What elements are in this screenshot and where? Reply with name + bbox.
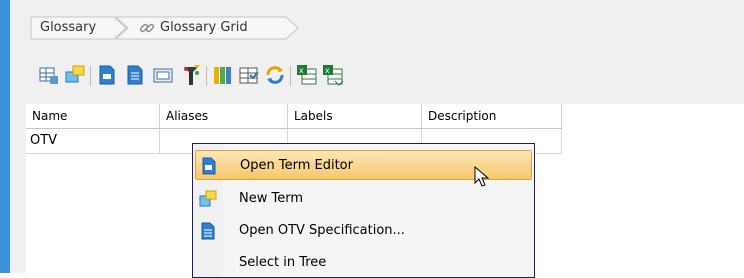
column-header-description[interactable]: Description — [422, 104, 562, 128]
menu-item-label: New Term — [239, 191, 303, 206]
breadcrumb: Glossary Glossary Grid — [30, 16, 330, 40]
toolbar-separator — [90, 66, 91, 86]
column-header-labels[interactable]: Labels — [288, 104, 422, 128]
grid-view-icon[interactable] — [38, 64, 60, 86]
open-diagram-icon[interactable] — [152, 64, 174, 86]
menu-item-label: Select in Tree — [239, 255, 327, 270]
breadcrumb-item-glossary-grid[interactable]: Glossary Grid — [160, 20, 248, 35]
refresh-icon[interactable] — [264, 64, 286, 86]
export-excel-icon[interactable]: x — [296, 64, 318, 86]
menu-item-open-specification[interactable]: Open OTV Specification... — [195, 216, 532, 246]
chain-link-icon — [138, 19, 156, 37]
term-editor-icon — [200, 157, 218, 175]
menu-item-label: Open OTV Specification... — [239, 223, 405, 238]
svg-text:x: x — [299, 66, 304, 75]
breadcrumb-item-glossary[interactable]: Glossary — [40, 20, 96, 35]
column-header-aliases[interactable]: Aliases — [160, 104, 288, 128]
svg-text:x: x — [325, 66, 330, 75]
panel-margin — [10, 0, 24, 273]
menu-item-label: Open Term Editor — [240, 158, 353, 173]
toolbar: x x — [28, 64, 528, 90]
new-term-icon[interactable] — [96, 64, 118, 86]
toolbar-separator — [206, 66, 207, 86]
color-columns-icon[interactable] — [212, 64, 234, 86]
grid-options-icon[interactable] — [238, 64, 260, 86]
import-excel-icon[interactable]: x — [322, 64, 344, 86]
open-spec-icon[interactable] — [124, 64, 146, 86]
cell-name[interactable]: OTV — [26, 129, 160, 153]
grid-header: Name Aliases Labels Description — [26, 104, 562, 129]
context-menu: Open Term Editor New Term Open OTV Speci… — [192, 143, 535, 278]
column-header-name[interactable]: Name — [26, 104, 160, 128]
menu-item-select-in-tree[interactable]: Select in Tree — [195, 248, 532, 278]
filter-icon[interactable] — [180, 64, 202, 86]
new-term-icon — [199, 190, 217, 208]
specification-icon — [199, 222, 217, 240]
mouse-pointer-icon — [474, 165, 490, 188]
toolbar-separator — [290, 66, 291, 86]
menu-item-new-term[interactable]: New Term — [195, 184, 532, 214]
window-edge-stripe — [0, 0, 10, 273]
add-element-icon[interactable] — [64, 64, 86, 86]
